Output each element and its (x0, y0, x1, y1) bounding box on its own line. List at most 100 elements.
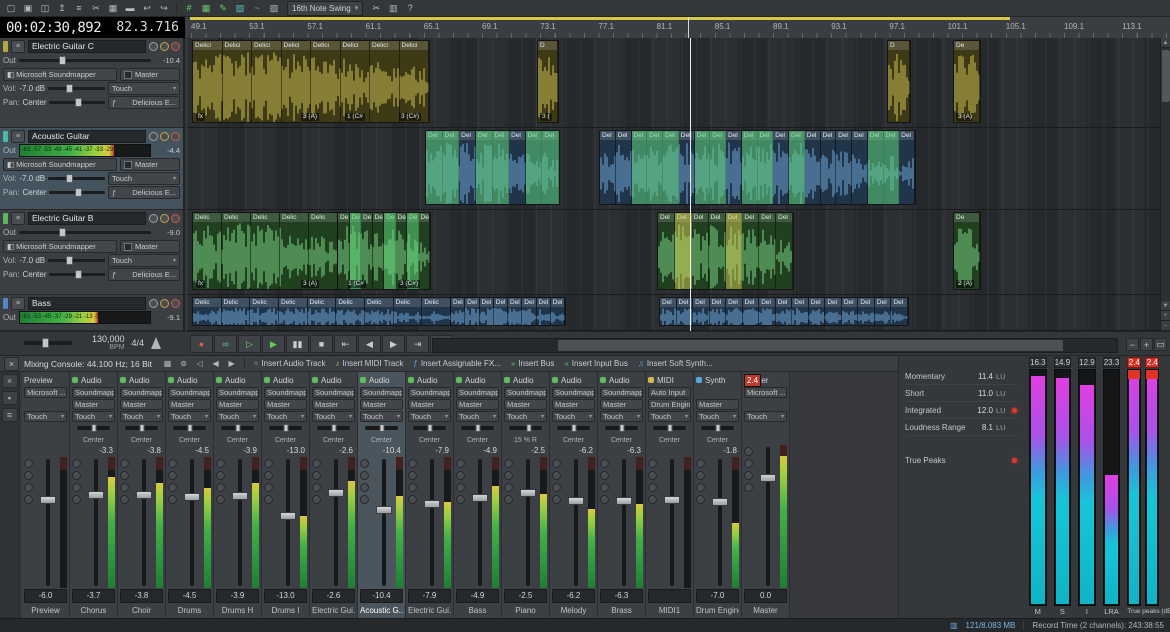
clip-electric-guitar-c-4[interactable]: De3 (A) (953, 40, 981, 123)
fx-bypass-button[interactable] (264, 483, 273, 492)
volume-fader-handle[interactable] (280, 512, 296, 520)
channel-bus-button[interactable]: Master (504, 399, 547, 410)
clip-segment[interactable]: Del (476, 131, 493, 204)
volume-fader-track[interactable] (382, 459, 386, 586)
mute-button[interactable] (360, 459, 369, 468)
insert-bus-button[interactable]: »Insert Bus (507, 358, 558, 370)
volume-fader-handle[interactable] (376, 506, 392, 514)
clip-segment[interactable]: Delic (308, 298, 337, 325)
insert-midi-track-button[interactable]: ♪Insert MIDI Track (331, 358, 407, 370)
clip-segment[interactable]: Delic (251, 213, 280, 289)
mute-button[interactable] (456, 459, 465, 468)
fx-bypass-button[interactable] (744, 471, 753, 480)
metronome-icon[interactable] (151, 337, 161, 349)
volume-fader-handle[interactable] (520, 489, 536, 497)
solo-button[interactable] (408, 471, 417, 480)
automation-mode-button[interactable]: Touch▾ (744, 411, 787, 422)
fx-bypass-button[interactable] (456, 483, 465, 492)
mixer-strip-16-master[interactable]: MasterMicrosoft ...Touch▾2.40.0Master (742, 372, 790, 618)
clip-electric-guitar-b-3[interactable]: DelDelDelDelDelDelDelDel (657, 212, 794, 290)
fx-bypass-button[interactable] (120, 483, 129, 492)
channel-device-button[interactable]: Soundmapper (600, 387, 643, 398)
track-name[interactable]: Acoustic Guitar (28, 130, 146, 143)
clip-segment[interactable]: De (338, 213, 350, 289)
vertical-scrollbar[interactable]: ▲ ▼ + − (1160, 38, 1170, 331)
channel-device-button[interactable]: Auto Input (648, 387, 691, 398)
horizontal-scroll-thumb[interactable] (558, 340, 1063, 351)
pan-slider[interactable] (77, 426, 110, 430)
volume-fader-handle[interactable] (424, 500, 440, 508)
mute-button[interactable] (408, 459, 417, 468)
mixer-menu-icon[interactable]: ≡ (2, 408, 18, 422)
channel-device-button[interactable]: Soundmapper (312, 387, 355, 398)
mute-button[interactable] (552, 459, 561, 468)
mixer-strip-6-drums-i[interactable]: AudioSoundmapperMasterTouch▾Center-13.0-… (262, 372, 310, 618)
mixer-strip-3-choir[interactable]: AudioSoundmapperMasterTouch▾Center-3.8-3… (118, 372, 166, 618)
snap-toggle-icon[interactable]: # (181, 2, 197, 15)
mute-button[interactable] (216, 459, 225, 468)
phase-invert-button[interactable] (168, 495, 177, 504)
volume-fader-handle[interactable] (568, 497, 584, 505)
clip-segment[interactable]: Del (809, 298, 826, 325)
clip-segment[interactable]: Del (693, 298, 710, 325)
channel-name[interactable]: Drums (168, 604, 211, 617)
pan-slider[interactable] (173, 426, 206, 430)
redo-icon[interactable]: ↪ (156, 2, 172, 15)
fx-bypass-button[interactable] (24, 483, 33, 492)
mixer-strip-1-preview[interactable]: PreviewMicrosoft ...Touch▾-6.0Preview (22, 372, 70, 618)
clip-segment[interactable]: Del (825, 298, 842, 325)
track-name[interactable]: Electric Guitar B (28, 212, 146, 225)
channel-name[interactable]: Drums I (264, 604, 307, 617)
channel-name[interactable]: Melody (552, 604, 595, 617)
output-fader[interactable] (19, 59, 151, 62)
mixer-strip-5-drums-h[interactable]: AudioSoundmapperMasterTouch▾Center-3.9-3… (214, 372, 262, 618)
solo-button[interactable] (744, 459, 753, 468)
clip-segment[interactable]: Del (710, 131, 726, 204)
clip-segment[interactable]: Del (695, 131, 711, 204)
volume-slider[interactable] (48, 259, 105, 262)
insert-soft-synth-button[interactable]: ♫Insert Soft Synth... (634, 358, 717, 370)
phase-invert-button[interactable] (216, 495, 225, 504)
clip-segment[interactable]: Del (743, 298, 760, 325)
clip-segment[interactable]: De (384, 213, 396, 289)
pan-slider[interactable] (461, 426, 494, 430)
solo-button[interactable] (504, 471, 513, 480)
solo-button[interactable] (264, 471, 273, 480)
clip-segment[interactable]: Del (726, 131, 742, 204)
clip-segment[interactable]: Del (426, 131, 443, 204)
clip-electric-guitar-b-1[interactable]: DelicDelicDelicDelicDelicfx3 (A) (192, 212, 339, 290)
mixer-toggle-icon[interactable]: ▥ (385, 2, 401, 15)
mute-button[interactable] (120, 459, 129, 468)
clip-segment[interactable]: Del (821, 131, 837, 204)
channel-device-button[interactable]: Microsoft ... (744, 387, 787, 398)
solo-button[interactable] (168, 471, 177, 480)
pan-slider[interactable] (701, 426, 734, 430)
arrange-lane-acoustic-guitar[interactable]: DelDelDelDelDelDelDelDelDelDelDelDelDelD… (187, 128, 1160, 210)
phase-invert-button[interactable] (120, 495, 129, 504)
pause-button[interactable]: ▮▮ (286, 335, 309, 353)
clip-segment[interactable]: Del (551, 298, 565, 325)
channel-bus-button[interactable]: Master (408, 399, 451, 410)
phase-invert-button[interactable] (312, 495, 321, 504)
solo-button[interactable] (696, 471, 705, 480)
clip-segment[interactable]: Del (451, 298, 465, 325)
fx-bypass-button[interactable] (360, 483, 369, 492)
channel-name[interactable]: Preview (24, 604, 67, 617)
play-from-start-button[interactable]: ▷ (238, 335, 261, 353)
solo-button[interactable] (552, 471, 561, 480)
volume-fader-track[interactable] (526, 459, 530, 586)
clip-segment[interactable]: Delic (394, 298, 423, 325)
zoom-in-button[interactable]: + (1140, 338, 1153, 351)
pan-slider[interactable] (221, 426, 254, 430)
mixer-strip-14-midi1[interactable]: MIDIAuto InputDrum EngineTouch▾CenterMID… (646, 372, 694, 618)
automation-mode-button[interactable]: Touch▾ (168, 411, 211, 422)
clip-electric-guitar-b-4[interactable]: De2 (A) (953, 212, 981, 290)
clip-segment[interactable]: Del (710, 298, 727, 325)
channel-bus-button[interactable]: Master (168, 399, 211, 410)
insert-assignable-fx-button[interactable]: ƒInsert Assignable FX... (409, 358, 505, 370)
clip-segment[interactable]: Del (459, 131, 476, 204)
volume-fader-track[interactable] (718, 459, 722, 586)
channel-device-button[interactable]: Soundmapper (264, 387, 307, 398)
solo-button[interactable] (600, 471, 609, 480)
track-icon[interactable]: ≡ (11, 297, 25, 310)
